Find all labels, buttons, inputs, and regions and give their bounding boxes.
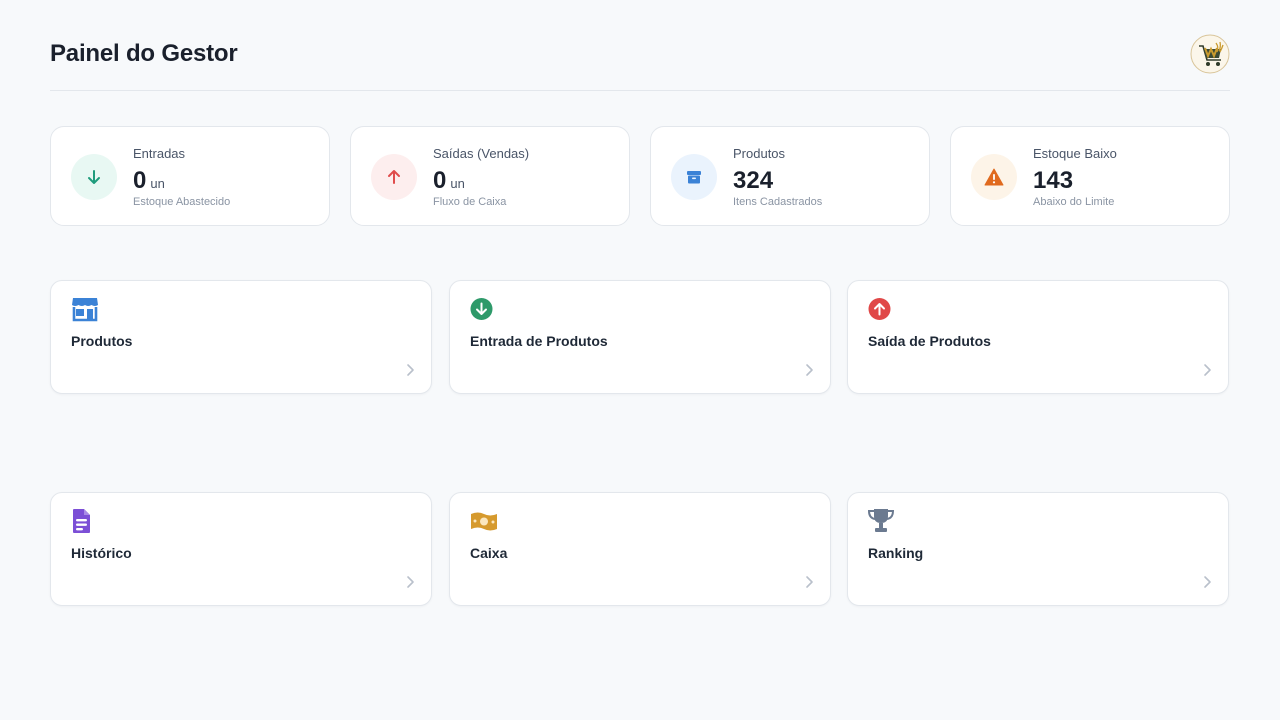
store-icon [71, 296, 99, 322]
menu-card-label: Histórico [71, 545, 132, 561]
menu-card-label: Produtos [71, 333, 133, 349]
menu-card-entrada-produtos[interactable]: Entrada de Produtos [449, 280, 831, 394]
menu-card-label: Saída de Produtos [868, 333, 991, 349]
chevron-right-icon [1202, 575, 1212, 589]
stat-unit: un [150, 176, 165, 191]
chevron-right-icon [1202, 363, 1212, 377]
arrow-down-icon [71, 154, 117, 200]
stat-sub: Itens Cadastrados [733, 196, 823, 208]
menu-card-label: Caixa [470, 545, 508, 561]
menu-card-historico[interactable]: Histórico [50, 492, 432, 606]
chevron-right-icon [804, 363, 814, 377]
page-header: Painel do Gestor [50, 0, 1230, 91]
page-title: Painel do Gestor [50, 40, 238, 67]
stat-card-entradas: Entradas 0 un Estoque Abastecido [50, 126, 330, 226]
stat-card-saidas: Saídas (Vendas) 0 un Fluxo de Caixa [350, 126, 630, 226]
chevron-right-icon [405, 575, 415, 589]
menu-card-ranking[interactable]: Ranking [847, 492, 1229, 606]
menu-card-produtos[interactable]: Produtos [50, 280, 432, 394]
stats-row: Entradas 0 un Estoque Abastecido Saídas (… [50, 126, 1230, 226]
chevron-right-icon [804, 575, 814, 589]
stat-sub: Abaixo do Limite [1033, 196, 1115, 208]
box-icon [671, 154, 717, 200]
menu-card-saida-produtos[interactable]: Saída de Produtos [847, 280, 1229, 394]
shop-cart-logo[interactable] [1190, 34, 1230, 74]
stat-value: 0 un [433, 167, 465, 194]
money-icon [470, 508, 498, 534]
document-icon [71, 508, 99, 534]
arrow-down-circle-icon [470, 296, 498, 322]
trophy-icon [867, 508, 896, 534]
stat-card-estoque-baixo: Estoque Baixo 143 Abaixo do Limite [950, 126, 1230, 226]
menu-card-label: Ranking [868, 545, 924, 561]
stat-card-produtos: Produtos 324 Itens Cadastrados [650, 126, 930, 226]
stat-sub: Fluxo de Caixa [433, 196, 507, 208]
stat-value: 324 [733, 167, 774, 194]
arrow-up-icon [371, 154, 417, 200]
stat-value: 0 un [133, 167, 165, 194]
chevron-right-icon [405, 363, 415, 377]
warning-icon [971, 154, 1017, 200]
stat-label: Estoque Baixo [1033, 146, 1117, 161]
stat-sub: Estoque Abastecido [133, 196, 231, 208]
stat-value: 143 [1033, 167, 1074, 194]
menu-card-caixa[interactable]: Caixa [449, 492, 831, 606]
menu-card-label: Entrada de Produtos [470, 333, 608, 349]
stat-unit: un [450, 176, 465, 191]
stat-label: Produtos [733, 146, 786, 161]
arrow-up-circle-icon [868, 296, 896, 322]
stat-label: Saídas (Vendas) [433, 146, 530, 161]
stat-label: Entradas [133, 146, 186, 161]
